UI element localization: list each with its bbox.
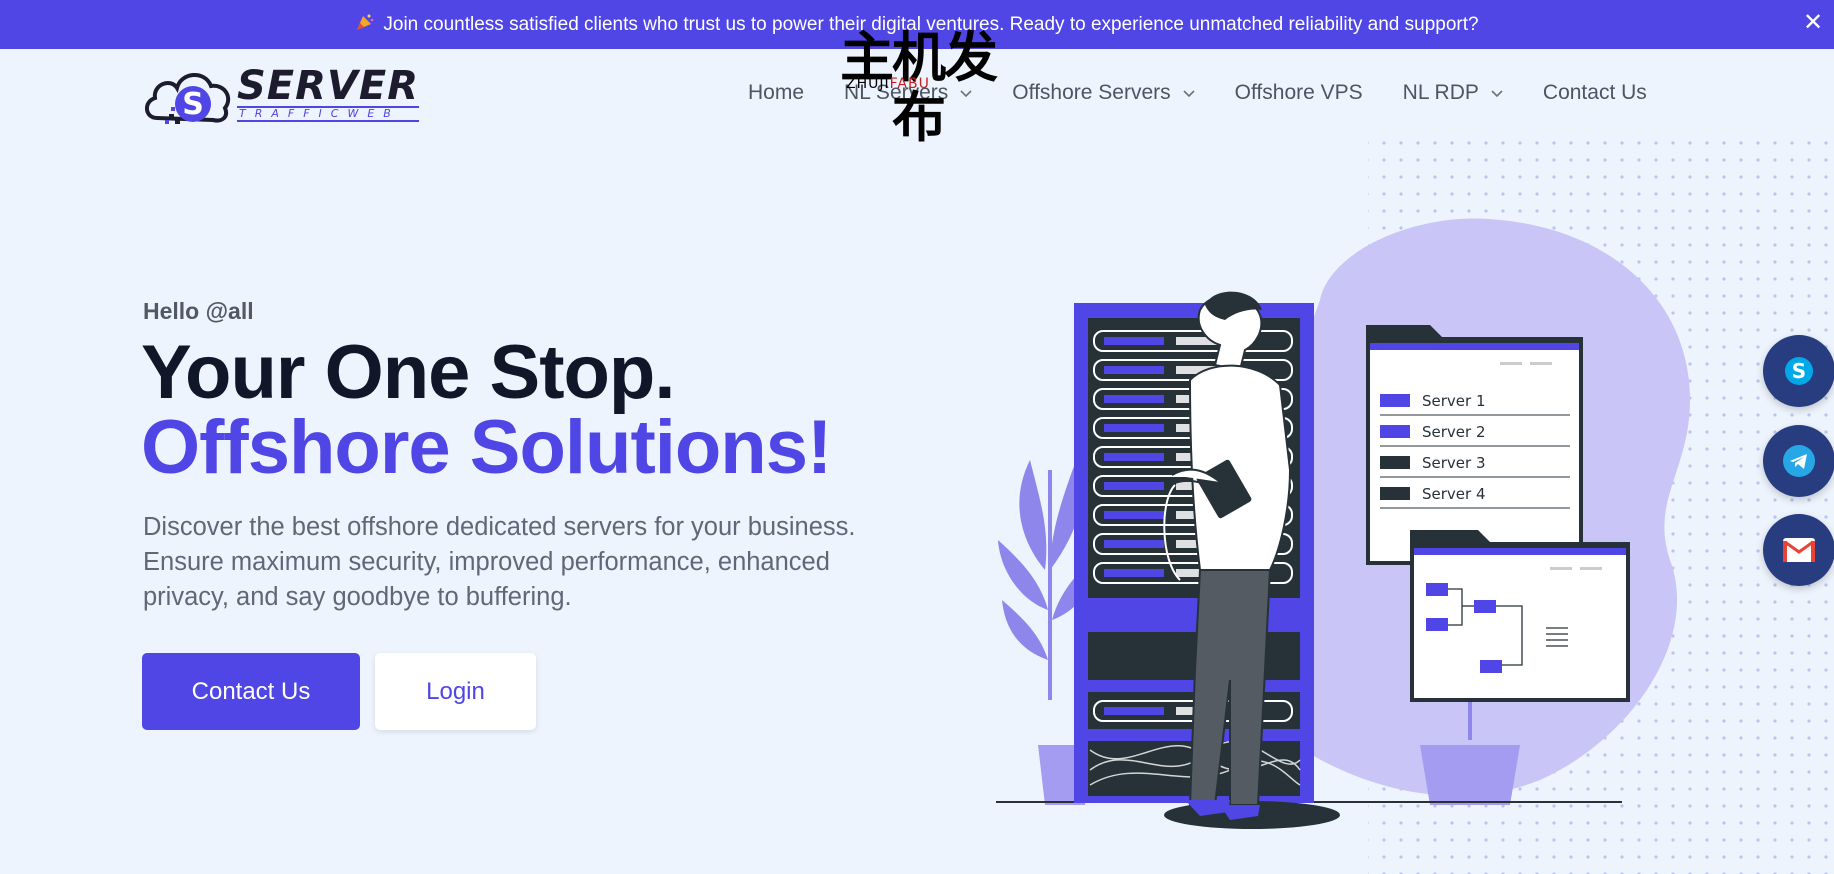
telegram-button[interactable]: [1763, 425, 1834, 497]
close-icon[interactable]: ✕: [1800, 10, 1826, 36]
contact-us-button[interactable]: Contact Us: [142, 653, 360, 730]
hero-headline-accent: Offshore Solutions!: [141, 405, 832, 490]
nav-item-label: NL RDP: [1402, 81, 1479, 104]
nav-item-offshore-vps[interactable]: Offshore VPS: [1235, 81, 1363, 105]
svg-text:S: S: [1792, 359, 1806, 383]
nav-item-label: Offshore Servers: [1012, 81, 1171, 104]
skype-icon: S: [1785, 357, 1813, 385]
site-logo[interactable]: S SERVER TRAFFICWEB: [143, 62, 448, 126]
login-button[interactable]: Login: [375, 653, 536, 730]
announcement-bar: Join countless satisfied clients who tru…: [0, 0, 1834, 49]
server-list-item: Server 1: [1422, 392, 1486, 410]
chevron-down-icon: [1183, 90, 1195, 98]
party-popper-icon: [355, 12, 375, 38]
hero-greeting: Hello @all: [143, 298, 254, 324]
svg-text:S: S: [182, 87, 204, 122]
chevron-down-icon: [1491, 90, 1503, 98]
nav-item-nl-servers[interactable]: NL Servers: [844, 81, 972, 105]
main-nav: Home NL Servers Offshore Servers Offshor…: [748, 78, 1647, 108]
nav-item-label: NL Servers: [844, 81, 949, 104]
nav-item-nl-rdp[interactable]: NL RDP: [1403, 81, 1503, 105]
nav-item-label: Contact Us: [1542, 81, 1647, 104]
nav-item-label: Offshore VPS: [1234, 81, 1363, 104]
logo-text: SERVER: [237, 63, 420, 109]
gmail-icon: [1783, 538, 1815, 562]
cloud-logo-icon: S: [143, 62, 235, 126]
nav-item-label: Home: [748, 81, 805, 104]
hero-description: Discover the best offshore dedicated ser…: [143, 513, 856, 611]
nav-item-home[interactable]: Home: [748, 81, 804, 105]
announcement-text: Join countless satisfied clients who tru…: [383, 13, 1479, 35]
hero-headline: Your One Stop.: [141, 330, 675, 415]
server-list-item: Server 3: [1422, 454, 1486, 472]
gmail-button[interactable]: [1763, 514, 1834, 586]
hero-illustration: Server 1 Server 2 Server 3 Server 4: [990, 140, 1834, 874]
logo-subtext: TRAFFICWEB: [237, 106, 420, 122]
server-list-item: Server 4: [1422, 485, 1486, 503]
chevron-down-icon: [960, 90, 972, 98]
nav-item-offshore-servers[interactable]: Offshore Servers: [1012, 81, 1195, 105]
telegram-icon: [1783, 445, 1815, 477]
nav-item-contact-us[interactable]: Contact Us: [1543, 81, 1647, 105]
skype-button[interactable]: S: [1763, 335, 1834, 407]
server-list-item: Server 2: [1422, 423, 1486, 441]
